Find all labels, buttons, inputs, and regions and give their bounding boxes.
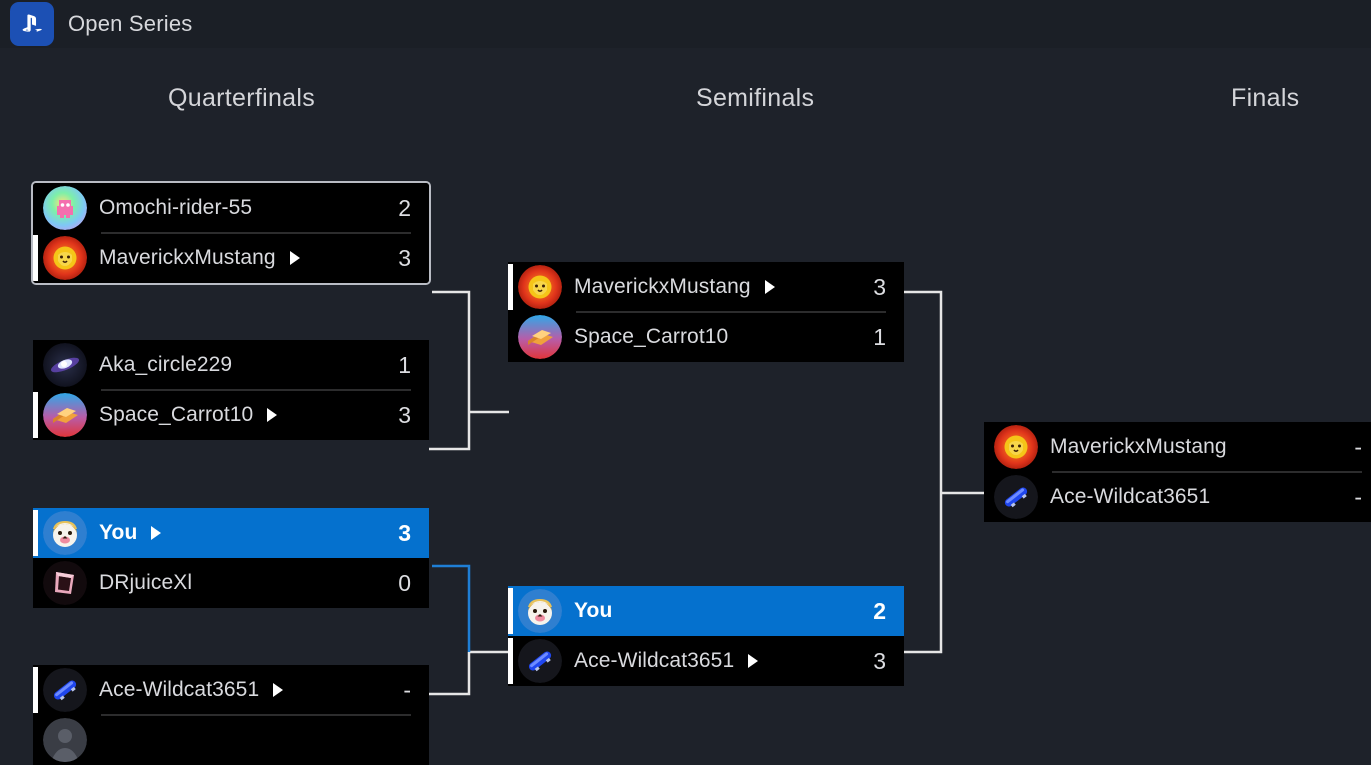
advance-triangle-icon — [289, 251, 300, 265]
player-name: You — [99, 521, 138, 544]
skateboard-avatar — [518, 639, 562, 683]
match-row-player[interactable]: You 2 — [508, 586, 904, 636]
tournament-bracket: Quarterfinals Semifinals Finals Omochi-r… — [0, 0, 1371, 765]
player-name: Aka_circle229 — [99, 353, 233, 376]
player-score: 3 — [873, 273, 886, 300]
match-card-qf4[interactable]: Ace-Wildcat3651 - — [33, 665, 429, 765]
match-row-player[interactable] — [33, 715, 429, 765]
skateboard-avatar — [43, 668, 87, 712]
match-row-player[interactable]: Aka_circle229 1 — [33, 340, 429, 390]
match-card-qf1[interactable]: Omochi-rider-55 2 MaverickxMustang 3 — [31, 181, 431, 285]
player-score: 3 — [398, 244, 411, 271]
match-row-player[interactable]: Ace-Wildcat3651 - — [984, 472, 1371, 522]
galaxy-avatar — [43, 343, 87, 387]
player-name: DRjuiceXl — [99, 571, 193, 594]
cheetah-avatar — [43, 511, 87, 555]
player-name: MaverickxMustang — [99, 246, 276, 269]
match-row-player[interactable]: MaverickxMustang 3 — [33, 233, 429, 283]
player-name: You — [574, 599, 613, 622]
match-row-player[interactable]: Ace-Wildcat3651 3 — [508, 636, 904, 686]
match-card-qf3[interactable]: You 3 DRjuiceXl 0 — [33, 508, 429, 608]
player-score: - — [403, 676, 411, 703]
match-card-final[interactable]: MaverickxMustang - Ace-Wildcat3651 - — [984, 422, 1371, 522]
match-card-sf1[interactable]: MaverickxMustang 3 Space_Carrot10 1 — [508, 262, 904, 362]
advance-triangle-icon — [764, 280, 775, 294]
app-title: Open Series — [68, 11, 193, 36]
player-score: 3 — [398, 401, 411, 428]
player-score: - — [1354, 433, 1362, 460]
match-card-sf2[interactable]: You 2 Ace-Wildcat3651 3 — [508, 586, 904, 686]
advance-triangle-icon — [748, 654, 759, 668]
match-card-qf2[interactable]: Aka_circle229 1 Space_Carrot10 3 — [33, 340, 429, 440]
player-name: Ace-Wildcat3651 — [574, 649, 735, 672]
cheetah-avatar — [518, 589, 562, 633]
skateboard-avatar — [994, 475, 1038, 519]
match-row-player[interactable]: Omochi-rider-55 2 — [33, 183, 429, 233]
player-score: 2 — [398, 194, 411, 221]
advance-triangle-icon — [273, 683, 284, 697]
player-score: 3 — [398, 519, 411, 546]
player-score: 3 — [873, 647, 886, 674]
carrot-cake-avatar — [43, 393, 87, 437]
player-name: Space_Carrot10 — [99, 403, 254, 426]
player-score: - — [1354, 483, 1362, 510]
match-row-player[interactable]: Space_Carrot10 3 — [33, 390, 429, 440]
lion-avatar — [994, 425, 1038, 469]
player-name: Ace-Wildcat3651 — [99, 678, 260, 701]
pink-gem-avatar — [43, 561, 87, 605]
match-row-player[interactable]: MaverickxMustang - — [984, 422, 1371, 472]
match-row-player[interactable]: DRjuiceXl 0 — [33, 558, 429, 608]
unknown-avatar — [43, 718, 87, 762]
carrot-cake-avatar — [518, 315, 562, 359]
player-name: Ace-Wildcat3651 — [1050, 485, 1211, 508]
match-row-player[interactable]: Space_Carrot10 1 — [508, 312, 904, 362]
match-row-player[interactable]: Ace-Wildcat3651 - — [33, 665, 429, 715]
playstation-logo-icon — [10, 2, 54, 46]
player-name: MaverickxMustang — [574, 275, 751, 298]
player-name: Space_Carrot10 — [574, 325, 729, 348]
match-row-player[interactable]: MaverickxMustang 3 — [508, 262, 904, 312]
lion-avatar — [518, 265, 562, 309]
rainbow-creature-avatar — [43, 186, 87, 230]
player-score: 1 — [398, 351, 411, 378]
player-score: 2 — [873, 597, 886, 624]
player-score: 1 — [873, 323, 886, 350]
player-name: Omochi-rider-55 — [99, 196, 253, 219]
advance-triangle-icon — [267, 408, 278, 422]
player-score: 0 — [398, 569, 411, 596]
advance-triangle-icon — [151, 526, 162, 540]
lion-avatar — [43, 236, 87, 280]
title-bar: Open Series — [0, 0, 1371, 48]
match-row-player[interactable]: You 3 — [33, 508, 429, 558]
player-name: MaverickxMustang — [1050, 435, 1227, 458]
